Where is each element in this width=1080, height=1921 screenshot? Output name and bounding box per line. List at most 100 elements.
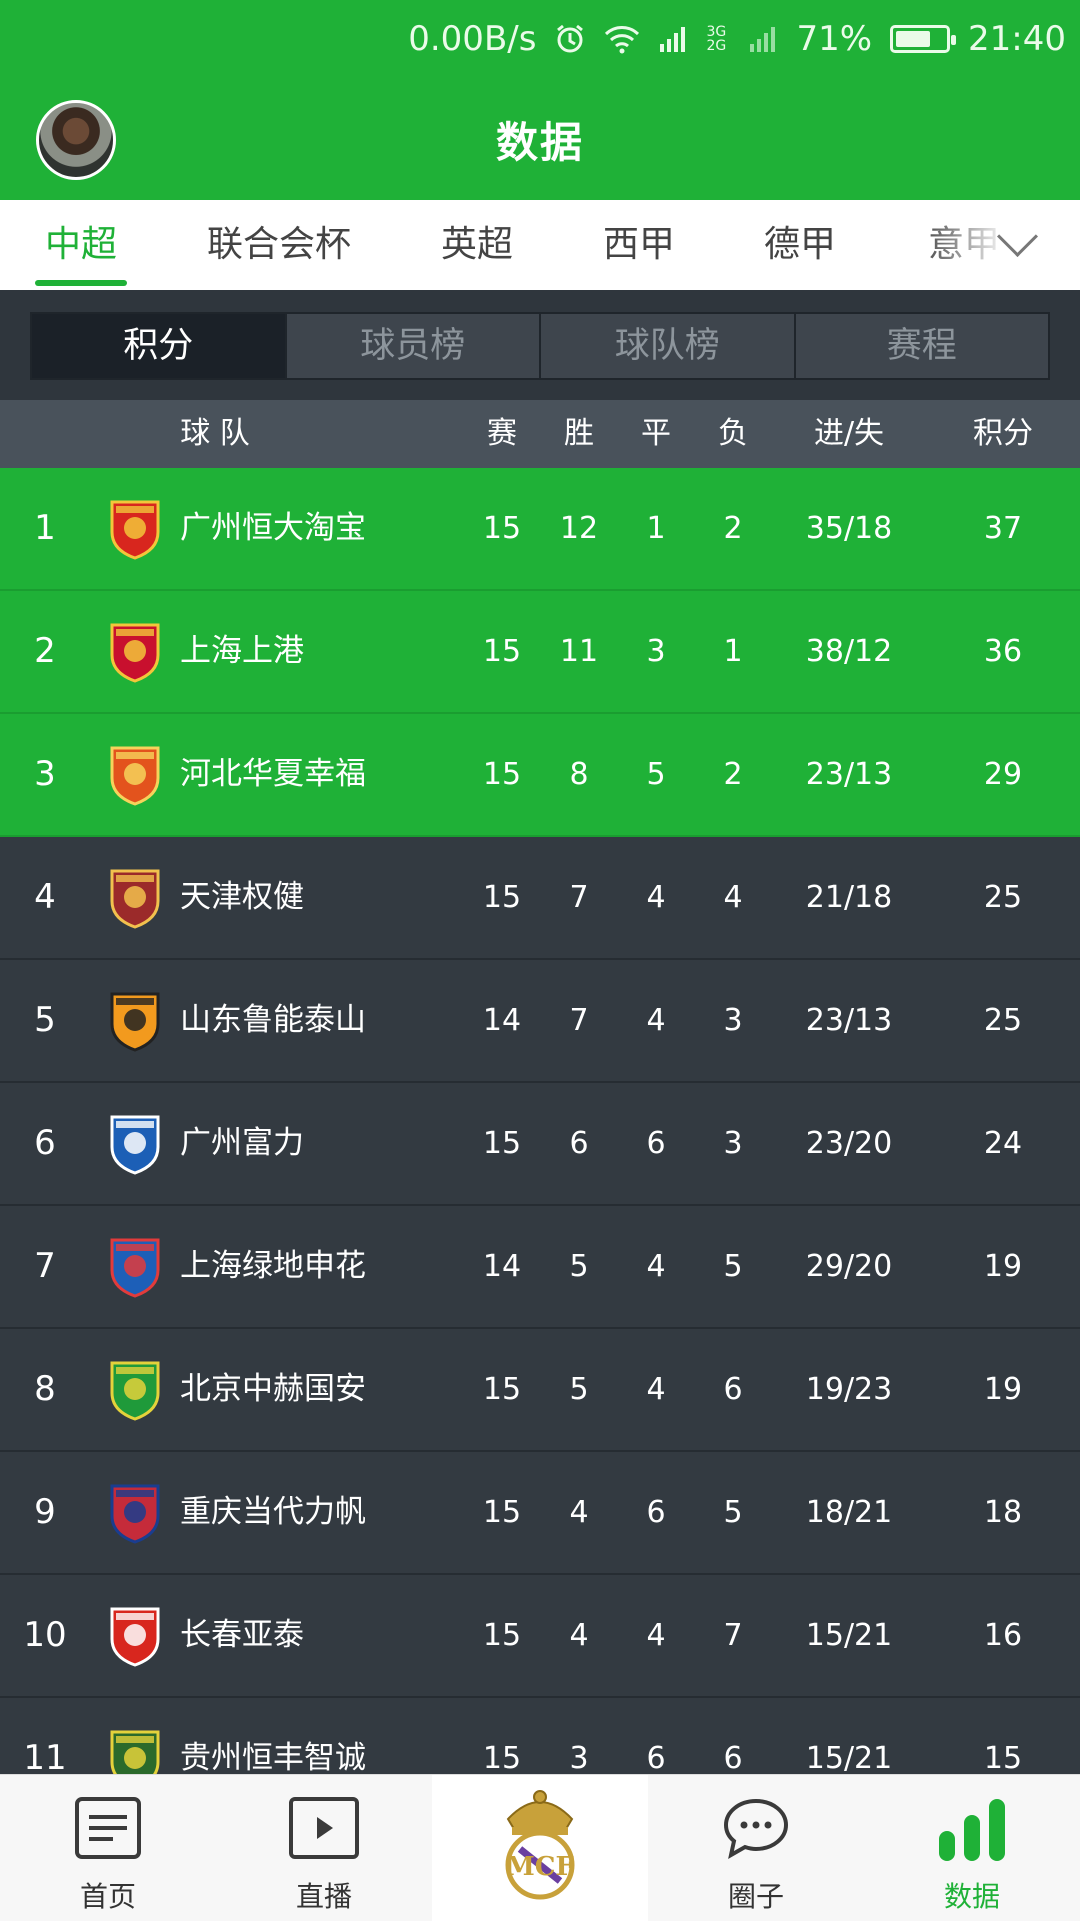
col-lost: 负 bbox=[718, 416, 748, 451]
team-crest-icon bbox=[110, 746, 160, 806]
nav-center[interactable]: MCF bbox=[432, 1775, 648, 1921]
rank-cell: 3 bbox=[34, 754, 56, 794]
team-crest-icon bbox=[110, 869, 160, 929]
cell-goals: 35/18 bbox=[805, 511, 893, 546]
chat-bubble-icon bbox=[722, 1797, 790, 1863]
cell-played: 15 bbox=[482, 1372, 522, 1407]
team-name: 重庆当代力帆 bbox=[180, 1494, 366, 1530]
rank-cell: 6 bbox=[34, 1123, 56, 1163]
battery-icon bbox=[890, 25, 957, 53]
page-title: 数据 bbox=[495, 117, 584, 167]
col-points: 积分 bbox=[973, 416, 1033, 451]
segment-team-rank[interactable]: 球队榜 bbox=[541, 314, 796, 378]
nav-circle-label: 圈子 bbox=[727, 1880, 784, 1913]
standings-table: 1 广州恒大淘宝 15 12 1 2 35/18 37 2 上海上港 15 11 3 1 38/12 36 3 河… bbox=[0, 468, 1080, 1821]
cell-drawn: 5 bbox=[646, 757, 666, 792]
rank-cell: 5 bbox=[34, 1000, 56, 1040]
network-type: 3G 2G bbox=[706, 24, 727, 54]
cell-played: 15 bbox=[482, 511, 522, 546]
rank-cell: 1 bbox=[34, 508, 56, 548]
nav-home[interactable]: 首页 bbox=[0, 1775, 216, 1921]
alarm-icon bbox=[554, 23, 586, 55]
cell-played: 15 bbox=[482, 757, 522, 792]
table-row[interactable]: 4 天津权健 15 7 4 4 21/18 25 bbox=[0, 837, 1080, 960]
cell-drawn: 4 bbox=[646, 1249, 666, 1284]
cell-won: 4 bbox=[569, 1618, 589, 1653]
cell-played: 15 bbox=[482, 634, 522, 669]
rank-cell: 8 bbox=[34, 1369, 56, 1409]
team-crest-icon bbox=[110, 500, 160, 560]
segment-bar: 积分 球员榜 球队榜 赛程 bbox=[0, 290, 1080, 400]
col-drawn: 平 bbox=[641, 416, 671, 451]
avatar[interactable] bbox=[36, 100, 116, 180]
nav-live[interactable]: 直播 bbox=[216, 1775, 432, 1921]
segment-schedule[interactable]: 赛程 bbox=[795, 314, 1048, 378]
table-row[interactable]: 3 河北华夏幸福 15 8 5 2 23/13 29 bbox=[0, 714, 1080, 837]
cell-drawn: 1 bbox=[646, 511, 666, 546]
cell-won: 8 bbox=[569, 757, 589, 792]
signal-icon bbox=[748, 24, 778, 54]
table-row[interactable]: 5 山东鲁能泰山 14 7 4 3 23/13 25 bbox=[0, 960, 1080, 1083]
wifi-icon bbox=[604, 24, 640, 54]
team-crest-icon bbox=[110, 1607, 160, 1667]
status-bar: 0.00B/s 3G 2G 71% 21:40 bbox=[0, 0, 1080, 78]
table-row[interactable]: 1 广州恒大淘宝 15 12 1 2 35/18 37 bbox=[0, 468, 1080, 591]
bottom-nav: 首页 直播 MCF 圈子 数据 bbox=[0, 1774, 1080, 1921]
cell-played: 14 bbox=[482, 1003, 522, 1038]
tab-premier-league[interactable]: 英超 bbox=[441, 200, 513, 290]
nav-data[interactable]: 数据 bbox=[864, 1775, 1080, 1921]
segment-player-rank[interactable]: 球员榜 bbox=[286, 314, 541, 378]
cell-goals: 23/13 bbox=[805, 757, 893, 792]
cell-won: 6 bbox=[569, 1126, 589, 1161]
cell-points: 19 bbox=[983, 1249, 1023, 1284]
home-list-icon bbox=[75, 1797, 141, 1863]
cell-won: 5 bbox=[569, 1249, 589, 1284]
league-tab-bar: 中超 联合会杯 英超 西甲 德甲 意甲 bbox=[0, 200, 1080, 290]
cell-drawn: 4 bbox=[646, 880, 666, 915]
tab-bundesliga[interactable]: 德甲 bbox=[764, 200, 836, 290]
table-row[interactable]: 6 广州富力 15 6 6 3 23/20 24 bbox=[0, 1083, 1080, 1206]
cell-drawn: 4 bbox=[646, 1003, 666, 1038]
tab-csl[interactable]: 中超 bbox=[45, 200, 117, 290]
cell-played: 15 bbox=[482, 1618, 522, 1653]
cell-goals: 23/20 bbox=[805, 1126, 893, 1161]
real-madrid-crest-icon: MCF bbox=[498, 1789, 582, 1905]
col-won: 胜 bbox=[564, 416, 594, 451]
rank-cell: 9 bbox=[34, 1492, 56, 1532]
table-row[interactable]: 2 上海上港 15 11 3 1 38/12 36 bbox=[0, 591, 1080, 714]
team-name: 上海绿地申花 bbox=[180, 1248, 366, 1284]
cell-lost: 2 bbox=[723, 757, 743, 792]
cell-drawn: 4 bbox=[646, 1618, 666, 1653]
cell-lost: 3 bbox=[723, 1003, 743, 1038]
team-crest-icon bbox=[110, 1361, 160, 1421]
team-name: 河北华夏幸福 bbox=[180, 756, 366, 792]
rank-cell: 7 bbox=[34, 1246, 56, 1286]
cell-won: 7 bbox=[569, 880, 589, 915]
cell-won: 4 bbox=[569, 1495, 589, 1530]
play-icon bbox=[289, 1797, 359, 1863]
table-row[interactable]: 8 北京中赫国安 15 5 4 6 19/23 19 bbox=[0, 1329, 1080, 1452]
rank-cell: 4 bbox=[34, 877, 56, 917]
table-row[interactable]: 9 重庆当代力帆 15 4 6 5 18/21 18 bbox=[0, 1452, 1080, 1575]
tab-confed-cup[interactable]: 联合会杯 bbox=[207, 200, 351, 290]
cell-goals: 38/12 bbox=[805, 634, 893, 669]
team-name: 广州恒大淘宝 bbox=[180, 510, 366, 546]
table-row[interactable]: 7 上海绿地申花 14 5 4 5 29/20 19 bbox=[0, 1206, 1080, 1329]
svg-text:MCF: MCF bbox=[506, 1852, 574, 1882]
cell-goals: 18/21 bbox=[805, 1495, 893, 1530]
cell-won: 5 bbox=[569, 1372, 589, 1407]
cell-drawn: 4 bbox=[646, 1372, 666, 1407]
clock: 21:40 bbox=[968, 19, 1066, 59]
cell-lost: 1 bbox=[723, 634, 743, 669]
app-header: 数据 bbox=[0, 78, 1080, 200]
table-row[interactable]: 10 长春亚泰 15 4 4 7 15/21 16 bbox=[0, 1575, 1080, 1698]
rank-cell: 10 bbox=[23, 1615, 67, 1655]
team-crest-icon bbox=[110, 623, 160, 683]
segment-standings[interactable]: 积分 bbox=[32, 314, 287, 378]
cell-lost: 2 bbox=[723, 511, 743, 546]
table-header: 球 队 赛 胜 平 负 进/失 积分 bbox=[0, 400, 1080, 468]
nav-circle[interactable]: 圈子 bbox=[648, 1775, 864, 1921]
bar-chart-icon bbox=[937, 1797, 1007, 1867]
tab-la-liga[interactable]: 西甲 bbox=[603, 200, 675, 290]
cell-points: 25 bbox=[983, 880, 1023, 915]
